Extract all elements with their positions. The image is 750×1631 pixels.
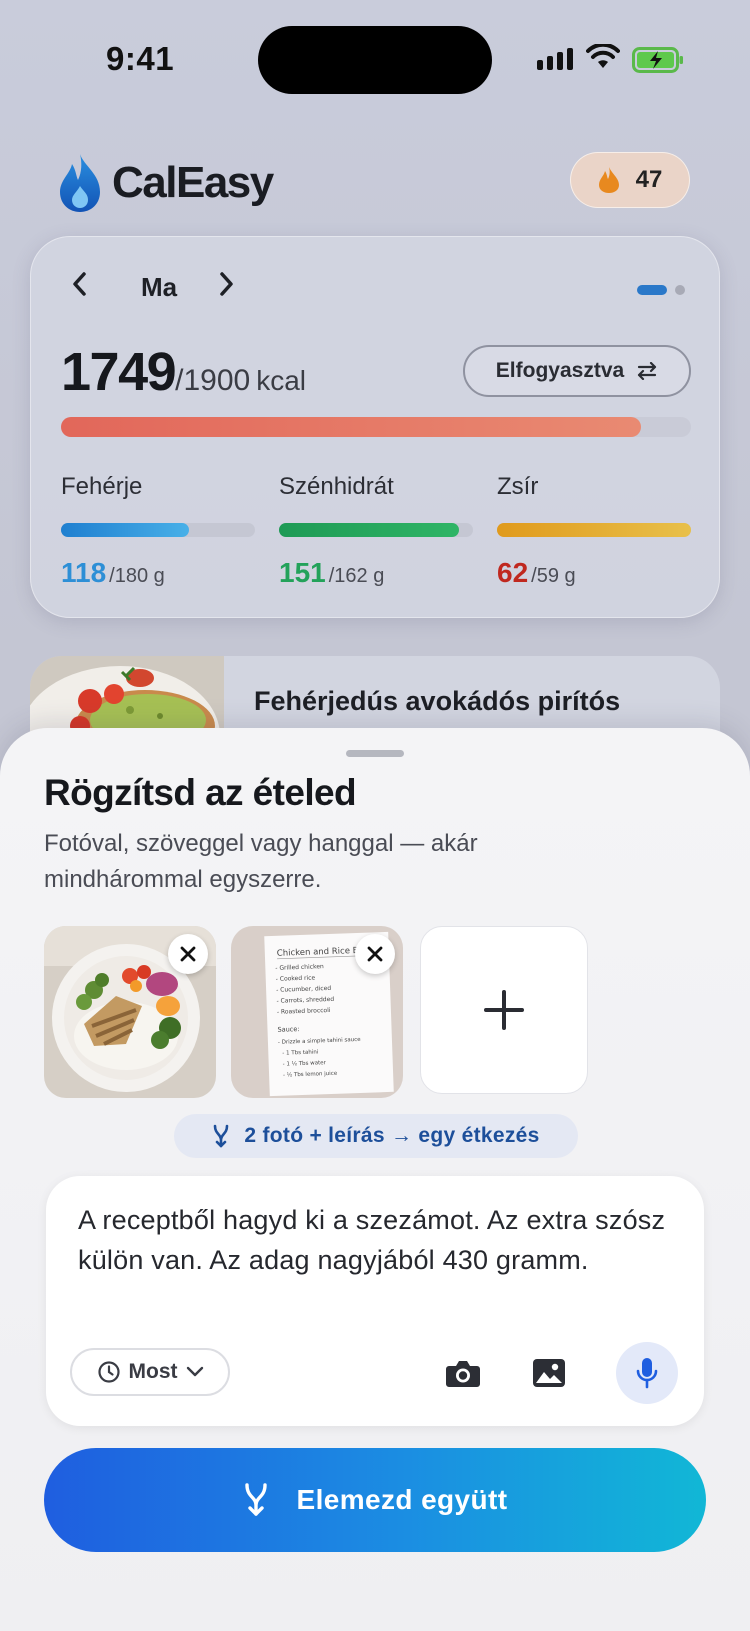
analyze-together-label: Elemezd együtt [296,1484,508,1515]
page-dot-active [637,285,667,295]
macro-fat: Zsír 62 /59 g [497,473,691,589]
previous-day-button[interactable] [71,271,89,304]
cellular-signal-icon [537,48,573,70]
chevron-left-icon [73,272,86,296]
image-icon [533,1359,565,1387]
macro-current: 62 [497,557,529,588]
date-navigator: Ma [71,271,235,304]
merge-icon [244,1483,267,1516]
calorie-progress-bar [61,417,691,437]
sheet-title: Rögzítsd az ételed [44,772,357,813]
close-icon [180,946,196,962]
macro-name: Fehérje [61,473,143,500]
macro-name: Zsír [497,473,539,500]
meal-time-label: Most [128,1360,178,1383]
chevron-right-icon [220,272,233,296]
status-bar: 9:41 [0,0,750,120]
sheet-drag-handle[interactable] [346,750,404,757]
gallery-button[interactable] [518,1342,580,1404]
microphone-icon [636,1358,658,1389]
battery-charging-icon [632,47,683,73]
macro-goal: /59 g [531,565,576,587]
streak-badge[interactable]: 47 [570,152,690,208]
meal-time-selector[interactable]: Most [70,1348,230,1396]
combine-info-label: 2 fotó + leírás → egy étkezés [244,1124,540,1147]
macro-goal: /162 g [328,565,385,587]
consumed-toggle-label: Elfogyasztva [495,359,625,382]
sheet-subtitle: Fotóval, szöveggel vagy hanggal — akár m… [44,830,478,893]
daily-summary-card: Ma 1749 /1900 kcal Elfogyasztva Fehérje … [30,236,720,618]
macro-carbs: Szénhidrát 151 /162 g [279,473,473,589]
page-dot [675,285,685,295]
recipe-line: - Cooked rice [276,974,316,982]
close-icon [367,946,383,962]
combine-info-pill: 2 fotó + leírás → egy étkezés [174,1114,578,1158]
voice-input-button[interactable] [616,1342,678,1404]
status-time: 9:41 [106,40,175,77]
add-photo-button[interactable] [420,926,588,1094]
macro-protein: Fehérje 118 /180 g [61,473,255,589]
macro-current: 151 [279,557,326,588]
calorie-goal: /1900 [175,364,251,397]
wifi-icon [586,44,620,68]
app-name: CalEasy [112,158,274,207]
camera-icon [446,1361,480,1387]
consumed-toggle-button[interactable]: Elfogyasztva [463,345,691,397]
next-day-button[interactable] [217,271,235,304]
calorie-progress-fill [61,417,641,437]
calorie-summary: 1749 /1900 kcal [61,341,306,403]
macro-current: 118 [61,557,107,588]
attached-photo-recipe[interactable]: Chicken and Rice Bowl - Grilled chicken … [231,926,403,1098]
plus-icon [484,990,524,1030]
macro-name: Szénhidrát [279,473,394,500]
camera-button[interactable] [432,1342,494,1404]
meal-title: Fehérjedús avokádós pirítós [254,686,621,716]
clock-icon [97,1361,120,1383]
macro-values: 118 /180 g [61,557,255,589]
flame-logo-icon [60,154,100,212]
macro-progress-fill [279,523,460,537]
calories-consumed: 1749 [61,342,177,402]
macro-values: 151 /162 g [279,557,473,589]
macro-progress-fill [497,523,691,537]
log-food-sheet: Rögzítsd az ételed Fotóval, szöveggel va… [0,728,750,1631]
recipe-line: - 1 Tbs tahini [282,1049,319,1056]
swap-arrows-icon [638,362,657,380]
chevron-down-icon [186,1366,203,1377]
macro-goal: /180 g [109,565,165,587]
page-indicator[interactable] [637,285,685,295]
meal-description-box: A receptből hagyd ki a szezámot. Az extr… [46,1176,704,1426]
app-logo: CalEasy [58,152,274,214]
macro-values: 62 /59 g [497,557,691,589]
flame-icon [598,167,619,193]
streak-count: 47 [635,166,663,193]
recipe-sauce-heading: Sauce: [277,1025,299,1034]
remove-photo-button[interactable] [355,934,395,974]
attached-photo-bowl[interactable] [44,926,216,1098]
remove-photo-button[interactable] [168,934,208,974]
analyze-together-button[interactable]: Elemezd együtt [44,1448,706,1552]
macro-progress-bar [61,523,255,537]
merge-icon [214,1124,229,1148]
macro-progress-fill [61,523,190,537]
calorie-unit: kcal [256,365,307,396]
macro-progress-bar [497,523,691,537]
date-label: Ma [141,272,178,302]
dynamic-island [258,26,492,94]
macro-progress-bar [279,523,473,537]
meal-description-input[interactable]: A receptből hagyd ki a szezámot. Az extr… [78,1200,678,1280]
